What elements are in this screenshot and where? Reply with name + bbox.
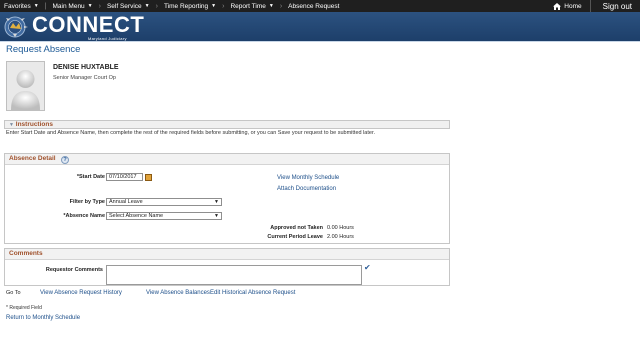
absence-name-select[interactable]: Select Absence Name ▼ [106, 212, 222, 220]
page-title: Request Absence [6, 44, 81, 55]
nav-favorites[interactable]: Favorites ▼ [0, 0, 43, 12]
filter-by-type-select[interactable]: Annual Leave ▼ [106, 198, 222, 206]
view-absence-request-history-link[interactable]: View Absence Request History [40, 290, 122, 296]
view-monthly-schedule-link[interactable]: View Monthly Schedule [277, 175, 339, 181]
absence-detail-heading: Absence Detail [9, 155, 56, 162]
absence-detail-header: Absence Detail ? [5, 154, 449, 165]
absence-detail-panel: Absence Detail ? *Start Date 07/10/2017 … [4, 153, 450, 244]
employee-title: Senior Manager Court Op [53, 75, 116, 81]
banner-divider [0, 41, 640, 42]
chevron-down-icon: ▼ [87, 3, 93, 9]
start-date-label: *Start Date [76, 174, 105, 180]
nav-time-reporting[interactable]: Time Reporting ▼ [160, 0, 220, 12]
attach-documentation-link[interactable]: Attach Documentation [277, 186, 336, 192]
approved-not-taken-value: 0.00 Hours [327, 225, 354, 231]
nav-report-time[interactable]: Report Time ▼ [226, 0, 277, 12]
topnav-right: Home Sign out [545, 0, 640, 12]
edit-historical-absence-request-link[interactable]: Edit Historical Absence Request [210, 290, 295, 296]
home-icon [553, 2, 562, 10]
chevron-down-icon: ▼ [144, 3, 150, 9]
calendar-icon[interactable] [145, 174, 152, 181]
sign-out-link[interactable]: Sign out [591, 2, 640, 11]
comments-heading: Comments [9, 250, 43, 257]
header-banner: CONNECT Maryland Judiciary [0, 12, 640, 41]
seal-logo-icon [4, 16, 28, 38]
person-silhouette-icon [7, 62, 44, 110]
requestor-comments-textarea[interactable] [106, 265, 362, 285]
start-date-input[interactable]: 07/10/2017 [106, 173, 143, 181]
top-navigation-bar: Favorites ▼ | Main Menu ▼ › Self Service… [0, 0, 640, 12]
comments-header: Comments [5, 249, 449, 260]
home-label: Home [564, 2, 582, 10]
nav-current-page: Absence Request [284, 0, 343, 12]
chevron-down-icon: ▼ [211, 3, 217, 9]
nav-report-time-label: Report Time [230, 2, 266, 10]
instructions-header[interactable]: ▼ Instructions [4, 120, 450, 129]
filter-by-type-label: Filter by Type [69, 199, 105, 205]
chevron-down-icon: ▼ [268, 3, 274, 9]
instructions-text: Enter Start Date and Absence Name, then … [6, 130, 376, 136]
nav-self-service[interactable]: Self Service ▼ [103, 0, 154, 12]
required-field-note: * Required Field [6, 305, 42, 311]
chevron-down-icon: ▼ [214, 213, 219, 219]
instructions-heading: ▼ Instructions [9, 121, 53, 129]
absence-name-label: *Absence Name [63, 213, 105, 219]
app-logo-text: CONNECT [32, 12, 145, 37]
approved-not-taken-label: Approved not Taken [270, 225, 323, 231]
nav-favorites-label: Favorites [4, 2, 31, 10]
filter-by-type-value: Annual Leave [109, 199, 143, 205]
go-to-label: Go To [6, 290, 21, 296]
requestor-comments-label: Requestor Comments [45, 267, 103, 273]
nav-current-page-label: Absence Request [288, 2, 340, 10]
employee-avatar [6, 61, 45, 111]
nav-self-service-label: Self Service [106, 2, 142, 10]
absence-name-value: Select Absence Name [109, 213, 164, 219]
comments-panel: Comments Requestor Comments ✔ [4, 248, 450, 286]
collapse-triangle-icon: ▼ [9, 122, 14, 128]
employee-name: DENISE HUXTABLE [53, 64, 119, 71]
nav-main-menu-label: Main Menu [52, 2, 85, 10]
instructions-heading-text: Instructions [15, 121, 53, 128]
chevron-down-icon: ▼ [214, 199, 219, 205]
return-to-monthly-schedule-link[interactable]: Return to Monthly Schedule [6, 315, 80, 321]
spell-check-icon[interactable]: ✔ [364, 264, 373, 272]
current-period-leave-label: Current Period Leave [267, 234, 323, 240]
home-link[interactable]: Home [545, 2, 589, 10]
view-absence-balances-link[interactable]: View Absence Balances [146, 290, 210, 296]
nav-time-reporting-label: Time Reporting [163, 2, 209, 10]
chevron-down-icon: ▼ [33, 3, 39, 9]
nav-main-menu[interactable]: Main Menu ▼ [49, 0, 97, 12]
help-icon[interactable]: ? [61, 155, 69, 164]
current-period-leave-value: 2.00 Hours [327, 234, 354, 240]
